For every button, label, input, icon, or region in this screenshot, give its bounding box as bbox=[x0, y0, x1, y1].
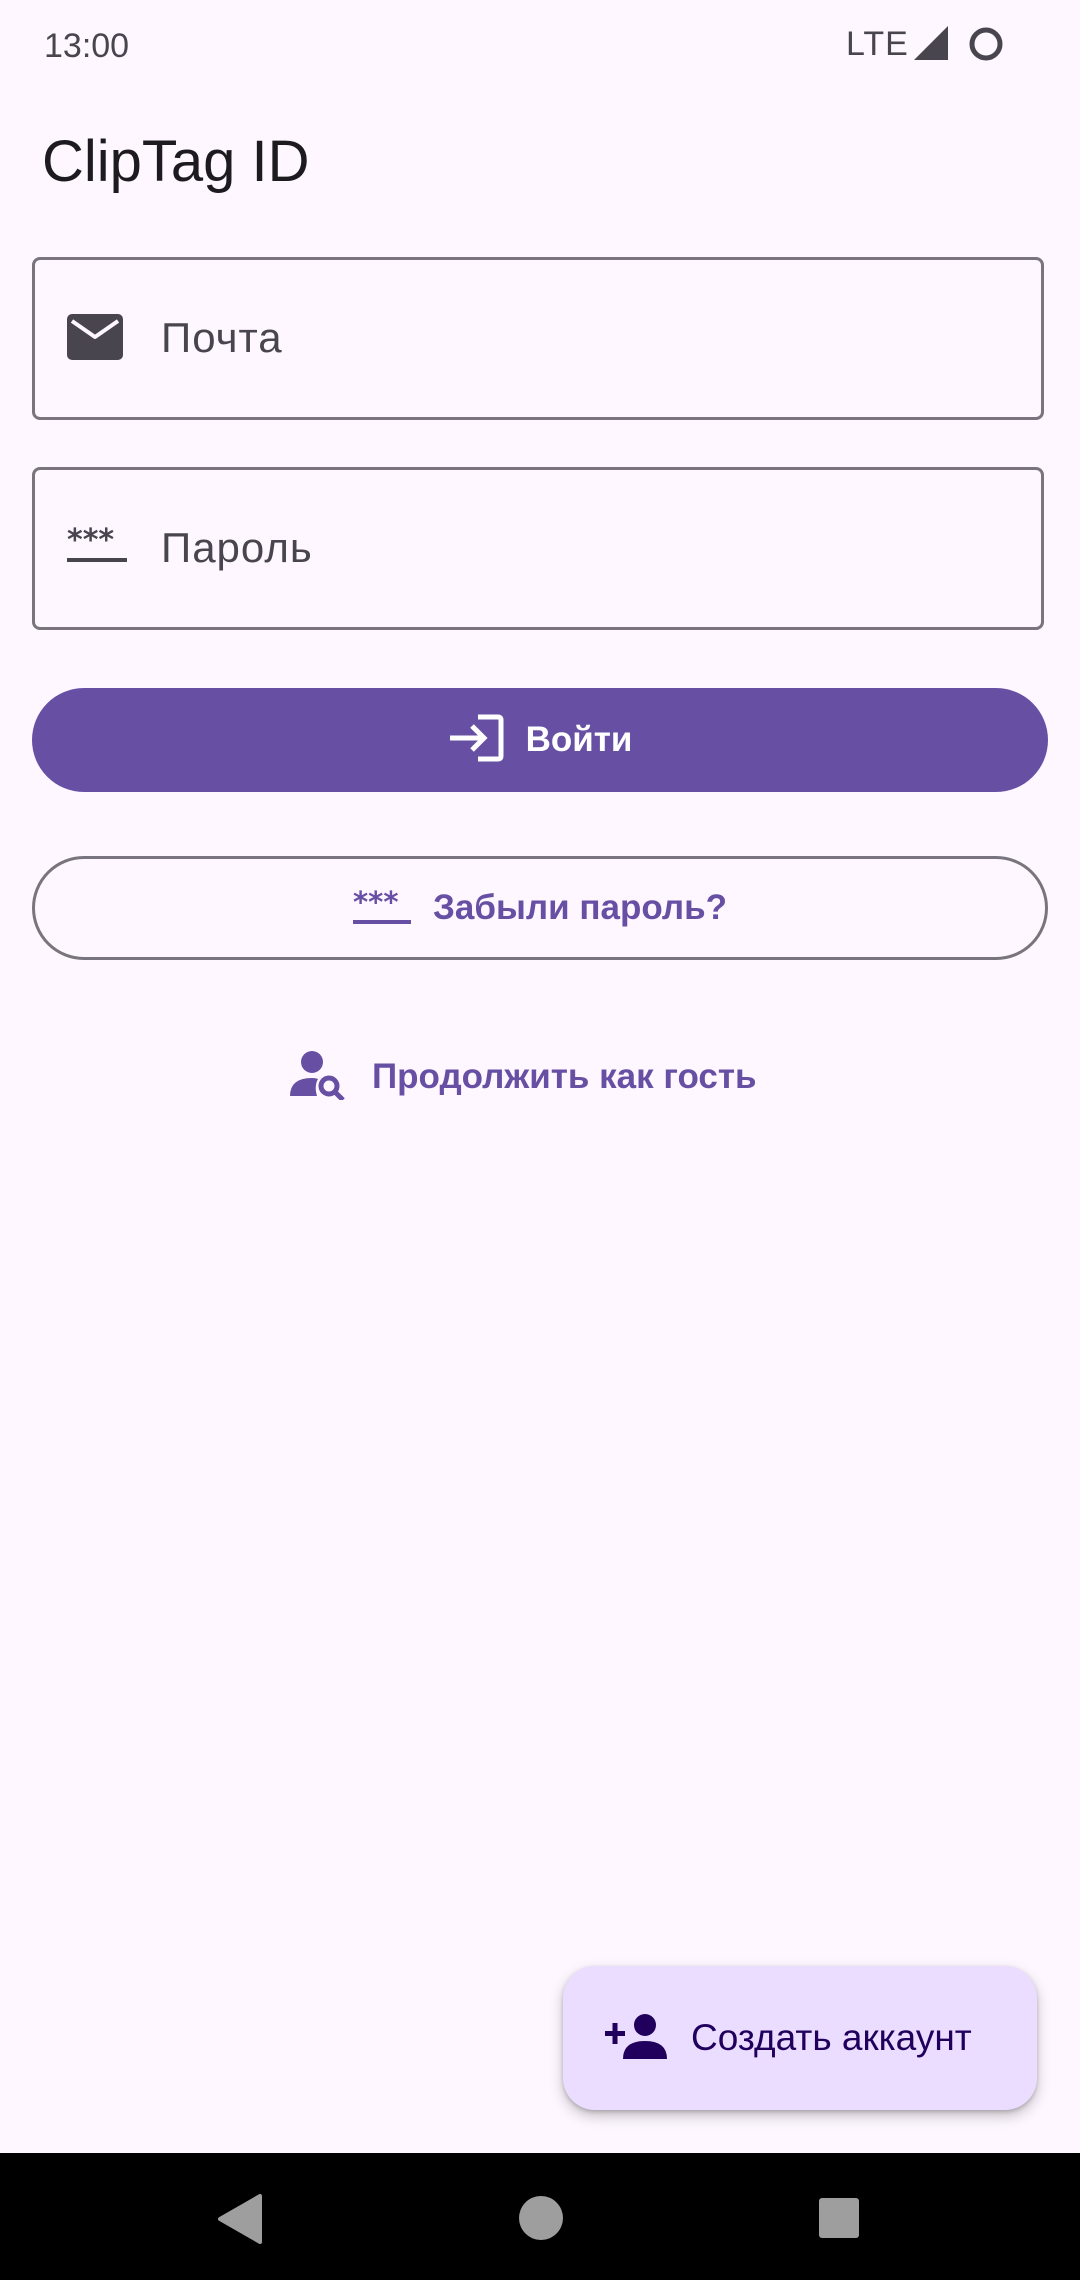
person-search-icon bbox=[290, 1050, 346, 1105]
person-add-icon bbox=[605, 2013, 667, 2064]
home-icon[interactable] bbox=[518, 2195, 564, 2246]
login-icon bbox=[448, 714, 504, 767]
recents-icon[interactable] bbox=[818, 2197, 860, 2244]
password-field[interactable]: *** Пароль bbox=[32, 467, 1044, 630]
continue-as-guest-button[interactable]: Продолжить как гость bbox=[290, 1044, 757, 1110]
mail-icon bbox=[67, 314, 123, 365]
email-placeholder: Почта bbox=[161, 314, 283, 361]
page-title: ClipTag ID bbox=[42, 129, 310, 194]
forgot-password-button[interactable]: *** Забыли пароль? bbox=[32, 856, 1048, 960]
create-account-button[interactable]: Создать аккаунт bbox=[563, 1966, 1037, 2110]
login-button[interactable]: Войти bbox=[32, 688, 1048, 792]
create-account-label: Создать аккаунт bbox=[691, 2017, 972, 2058]
network-type: LTE bbox=[846, 25, 909, 63]
signal-icon bbox=[914, 26, 948, 65]
battery-icon bbox=[968, 26, 1004, 67]
back-icon[interactable] bbox=[216, 2194, 264, 2249]
status-time: 13:00 bbox=[44, 27, 130, 65]
password-placeholder: Пароль bbox=[161, 524, 313, 571]
svg-text:***: *** bbox=[353, 886, 399, 919]
password-icon: *** bbox=[353, 885, 411, 931]
password-icon: *** bbox=[67, 523, 127, 569]
forgot-password-label: Забыли пароль? bbox=[433, 888, 727, 927]
continue-as-guest-label: Продолжить как гость bbox=[372, 1057, 757, 1096]
login-label: Войти bbox=[525, 720, 633, 759]
email-field[interactable]: Почта bbox=[32, 257, 1044, 420]
svg-text:***: *** bbox=[67, 524, 114, 558]
